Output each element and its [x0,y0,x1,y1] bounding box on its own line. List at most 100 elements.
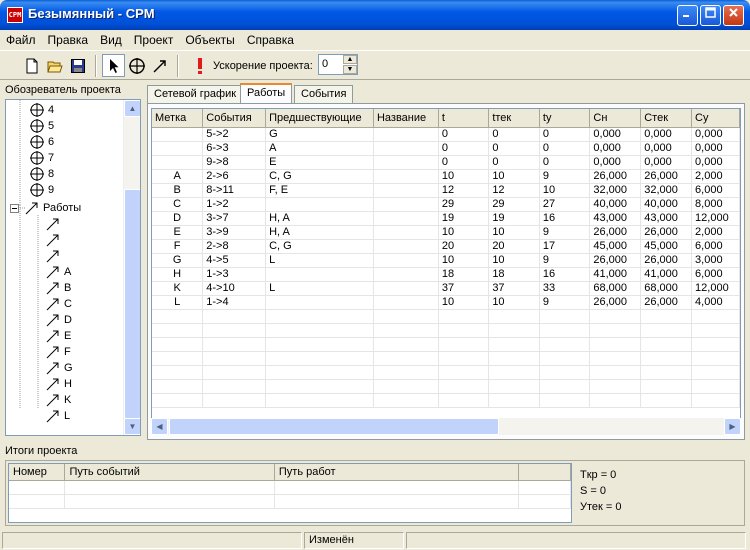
works-table[interactable]: Метка События Предшествующие Название t tтек t… [152,109,740,408]
table-cell[interactable]: 10 [488,225,540,240]
table-cell[interactable]: L [265,253,374,268]
table-cell[interactable]: B [152,183,204,198]
table-cell[interactable]: 10 [488,169,540,184]
table-cell[interactable] [488,337,540,352]
table-cell[interactable]: 1->4 [202,295,267,310]
table-cell[interactable]: 5->2 [202,127,267,142]
table-row[interactable]: F 2->8 C, G 20 20 17 45,000 45,000 6,000 [152,239,740,254]
table-cell[interactable] [539,379,591,394]
table-row[interactable] [9,494,571,509]
table-cell[interactable]: G [265,127,374,142]
table-cell[interactable]: 40,000 [589,197,642,212]
table-cell[interactable] [373,309,439,324]
table-cell[interactable] [373,323,439,338]
table-cell[interactable]: 27 [539,197,591,212]
table-cell[interactable]: 2->6 [202,169,267,184]
table-cell[interactable]: H, A [265,225,374,240]
table-cell[interactable] [691,379,740,394]
table-cell[interactable]: 0,000 [589,141,642,156]
column-header[interactable] [518,464,571,481]
table-cell[interactable]: 37 [488,281,540,296]
table-cell[interactable] [589,365,642,380]
table-cell[interactable] [640,309,693,324]
paths-grid[interactable]: Номер Путь событий Путь работ [8,463,572,523]
table-cell[interactable]: 33 [539,281,591,296]
table-cell[interactable] [488,309,540,324]
table-cell[interactable]: 0,000 [691,141,740,156]
table-cell[interactable]: 9 [539,169,591,184]
table-cell[interactable]: 29 [488,197,540,212]
table-cell[interactable] [265,365,374,380]
tree-event[interactable]: 6 [30,134,54,150]
acceleration-spinner[interactable]: 0 ▲ ▼ [318,54,358,75]
tree-work[interactable]: H [46,376,72,392]
tree-works-group[interactable]: Работы [10,200,81,216]
table-cell[interactable] [373,225,439,240]
table-cell[interactable]: 10 [438,225,490,240]
grid-hscrollbar[interactable]: ◀ ▶ [151,418,741,435]
table-row[interactable]: 5->2 G 0 0 0 0,000 0,000 0,000 [152,127,740,142]
table-row[interactable] [152,351,740,366]
table-row[interactable] [152,337,740,352]
table-cell[interactable] [265,351,374,366]
table-cell[interactable]: 0 [488,141,540,156]
table-cell[interactable] [589,309,642,324]
table-row[interactable]: L 1->4 10 10 9 26,000 26,000 4,000 [152,295,740,310]
table-cell[interactable] [691,337,740,352]
table-cell[interactable]: 4,000 [691,295,740,310]
table-cell[interactable]: 68,000 [589,281,642,296]
column-header[interactable]: Предшествующие [265,109,374,128]
table-cell[interactable]: 18 [488,267,540,282]
table-row[interactable]: E 3->9 H, A 10 10 9 26,000 26,000 2,000 [152,225,740,240]
menu-view[interactable]: Вид [94,30,128,47]
table-cell[interactable]: A [265,141,374,156]
table-cell[interactable] [488,379,540,394]
column-header[interactable]: Стек [640,109,693,128]
table-cell[interactable] [438,323,490,338]
table-cell[interactable] [373,169,439,184]
table-cell[interactable] [373,183,439,198]
table-cell[interactable] [202,393,267,408]
table-cell[interactable]: 26,000 [640,295,693,310]
table-cell[interactable]: E [152,225,204,240]
tree-work[interactable]: K [46,392,71,408]
column-header[interactable]: Название [373,109,439,128]
table-row[interactable] [152,309,740,324]
table-cell[interactable] [265,379,374,394]
menu-project[interactable]: Проект [128,30,180,47]
table-cell[interactable]: 37 [438,281,490,296]
table-cell[interactable] [373,141,439,156]
table-cell[interactable] [589,351,642,366]
table-cell[interactable]: 6->3 [202,141,267,156]
tab-works[interactable]: Работы [240,83,293,104]
table-cell[interactable]: F, E [265,183,374,198]
table-cell[interactable]: 9 [539,225,591,240]
table-cell[interactable] [691,365,740,380]
table-cell[interactable] [438,393,490,408]
table-cell[interactable]: 3->9 [202,225,267,240]
table-cell[interactable]: 12,000 [691,281,740,296]
table-row[interactable]: K 4->10 L 37 37 33 68,000 68,000 12,000 [152,281,740,296]
table-cell[interactable]: 26,000 [589,253,642,268]
table-cell[interactable] [539,323,591,338]
column-header[interactable]: Сн [589,109,642,128]
collapse-icon[interactable] [10,203,19,213]
table-cell[interactable] [488,393,540,408]
table-cell[interactable]: D [152,211,204,226]
table-cell[interactable] [152,309,204,324]
table-cell[interactable]: 68,000 [640,281,693,296]
table-row[interactable] [152,393,740,408]
table-cell[interactable]: 19 [438,211,490,226]
table-cell[interactable]: 26,000 [640,253,693,268]
table-cell[interactable]: 9->8 [202,155,267,170]
table-cell[interactable]: 19 [488,211,540,226]
table-cell[interactable] [691,323,740,338]
table-cell[interactable] [438,365,490,380]
table-cell[interactable] [589,393,642,408]
tree-work[interactable]: L [46,408,70,424]
tree-event[interactable]: 8 [30,166,54,182]
column-header[interactable]: Су [691,109,740,128]
table-cell[interactable] [152,323,204,338]
table-cell[interactable]: 41,000 [640,267,693,282]
tree-work[interactable] [46,216,64,232]
